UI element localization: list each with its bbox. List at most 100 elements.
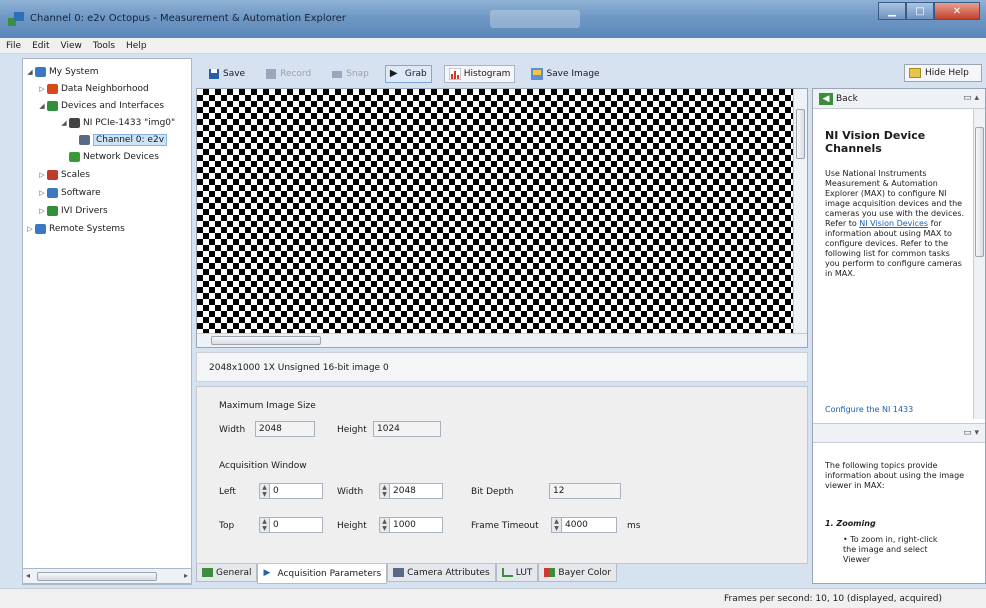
help-body: Use National Instruments Measurement & A… — [825, 169, 965, 278]
expand-arrow-icon[interactable]: ▷ — [37, 207, 47, 215]
save-image-button[interactable]: Save Image — [527, 65, 603, 83]
general-icon — [202, 568, 213, 577]
window-height-input[interactable]: 1000 — [389, 517, 443, 533]
record-button[interactable]: Record — [261, 65, 315, 83]
top-spinner-arrows-icon[interactable]: ▲ ▼ — [259, 517, 269, 533]
grab-button[interactable]: ▶ Grab — [384, 65, 432, 83]
save-image-icon — [531, 68, 544, 80]
viewer-toolbar: Save Record Snap ▶ Grab Histogram Save I… — [196, 62, 808, 86]
timeout-spinner-arrows-icon[interactable]: ▲ ▼ — [551, 517, 561, 533]
help-pane: ◀ Back ▭ ▴ NI Vision Device Channels Use… — [812, 88, 986, 584]
max-height-label: Height — [337, 425, 367, 435]
tab-general[interactable]: General — [196, 564, 258, 582]
expand-arrow-icon[interactable]: ▷ — [37, 171, 47, 179]
top-label: Top — [219, 521, 235, 531]
snap-icon — [332, 71, 343, 78]
height-spinner-arrows-icon[interactable]: ▲ ▼ — [379, 517, 389, 533]
expand-arrow-icon[interactable]: ▷ — [37, 189, 47, 197]
scrollbar-thumb[interactable] — [37, 572, 157, 581]
channel-tabs: General ▶ Acquisition Parameters Camera … — [196, 564, 618, 584]
tree-item-channel-0[interactable]: Channel 0: e2v — [79, 133, 168, 147]
lut-icon — [501, 568, 513, 577]
help-toolbar: ◀ Back ▭ ▴ — [813, 89, 985, 109]
scrollbar-thumb[interactable] — [796, 109, 805, 159]
left-label: Left — [219, 487, 236, 497]
hide-help-button[interactable]: Hide Help — [904, 64, 982, 82]
menu-edit[interactable]: Edit — [32, 41, 49, 51]
tree-item-remote-systems[interactable]: ▷ Remote Systems — [25, 222, 125, 236]
max-width-label: Width — [219, 425, 246, 435]
menu-file[interactable]: File — [6, 41, 21, 51]
viewer-vertical-scrollbar[interactable] — [793, 89, 807, 333]
max-image-size-heading: Maximum Image Size — [219, 401, 316, 411]
tree-item-my-system[interactable]: ◢ My System — [25, 65, 99, 79]
tab-camera-attributes[interactable]: Camera Attributes — [387, 564, 496, 582]
frame-timeout-input[interactable]: 4000 — [561, 517, 617, 533]
tree-item-ivi-drivers[interactable]: ▷ IVI Drivers — [37, 204, 108, 218]
back-button[interactable]: ◀ Back — [819, 93, 858, 105]
expand-arrow-icon[interactable]: ▷ — [37, 85, 47, 93]
minimize-button[interactable]: ▁ — [878, 2, 906, 20]
viewer-horizontal-scrollbar[interactable] — [197, 333, 807, 347]
tree-item-network-devices[interactable]: Network Devices — [69, 150, 159, 164]
histogram-icon — [448, 68, 461, 80]
menu-tools[interactable]: Tools — [93, 41, 115, 51]
scales-icon — [47, 170, 58, 180]
left-input[interactable]: 0 — [269, 483, 323, 499]
channel-icon — [79, 135, 90, 145]
acquisition-window-heading: Acquisition Window — [219, 461, 307, 471]
save-button[interactable]: Save — [204, 65, 249, 83]
status-bar: Frames per second: 10, 10 (displayed, ac… — [0, 588, 986, 608]
scrollbar-thumb[interactable] — [975, 127, 984, 257]
tab-bayer-color[interactable]: Bayer Color — [538, 564, 618, 582]
remote-icon — [35, 224, 46, 234]
checkerboard-image[interactable] — [197, 89, 793, 333]
help-list-item-zooming: 1. Zooming — [825, 519, 876, 528]
scroll-left-arrow-icon[interactable]: ◂ — [26, 571, 30, 580]
record-icon — [266, 69, 277, 79]
left-spinner-arrows-icon[interactable]: ▲ ▼ — [259, 483, 269, 499]
max-app-icon — [8, 12, 24, 26]
image-info-bar: 2048x1000 1X Unsigned 16-bit image 0 — [196, 352, 808, 382]
close-button[interactable]: ✕ — [934, 2, 980, 20]
scrollbar-thumb[interactable] — [211, 336, 321, 345]
image-info-text: 2048x1000 1X Unsigned 16-bit image 0 — [209, 363, 389, 373]
menu-view[interactable]: View — [61, 41, 82, 51]
collapse-arrow-icon[interactable]: ◢ — [59, 119, 69, 127]
snap-button[interactable]: Snap — [327, 65, 373, 83]
tab-lut[interactable]: LUT — [495, 564, 539, 582]
frame-timeout-label: Frame Timeout — [471, 521, 539, 531]
configuration-tree: ◢ My System ▷ Data Neighborhood ◢ Device… — [22, 58, 192, 585]
scroll-right-arrow-icon[interactable]: ▸ — [184, 571, 188, 580]
tree-item-data-neighborhood[interactable]: ▷ Data Neighborhood — [37, 82, 149, 96]
help-scrollbar[interactable] — [973, 109, 985, 419]
image-viewer[interactable] — [196, 88, 808, 348]
tree-item-scales[interactable]: ▷ Scales — [37, 168, 90, 182]
window-title: Channel 0: e2v Octopus - Measurement & A… — [30, 13, 346, 24]
play-icon: ▶ — [263, 568, 271, 578]
computer-icon — [35, 67, 46, 77]
help-pane-pin-icon[interactable]: ▭ ▴ — [963, 93, 979, 103]
ni-vision-devices-link[interactable]: NI Vision Devices — [859, 219, 928, 228]
expand-arrow-icon[interactable]: ▷ — [25, 225, 35, 233]
tree-item-devices-and-interfaces[interactable]: ◢ Devices and Interfaces — [37, 99, 164, 113]
tree-horizontal-scrollbar[interactable]: ◂ ▸ — [22, 568, 192, 584]
tab-acquisition-parameters[interactable]: ▶ Acquisition Parameters — [257, 564, 388, 584]
bit-depth-label: Bit Depth — [471, 487, 514, 497]
tree-item-ni-pcie-1433[interactable]: ◢ NI PCIe-1433 "img0" — [59, 116, 175, 130]
tree-item-software[interactable]: ▷ Software — [37, 186, 101, 200]
histogram-button[interactable]: Histogram — [443, 65, 516, 83]
max-height-field: 1024 — [373, 421, 441, 437]
width-spinner-arrows-icon[interactable]: ▲ ▼ — [379, 483, 389, 499]
help-secondary-pin-icon[interactable]: ▭ ▾ — [963, 428, 979, 438]
maximize-button[interactable]: □ — [906, 2, 934, 20]
top-input[interactable]: 0 — [269, 517, 323, 533]
window-controls: ▁ □ ✕ — [878, 2, 980, 20]
configure-ni-1433-link[interactable]: Configure the NI 1433 — [825, 405, 913, 414]
window-width-label: Width — [337, 487, 364, 497]
help-body-2: The following topics provide information… — [825, 461, 965, 490]
window-width-input[interactable]: 2048 — [389, 483, 443, 499]
collapse-arrow-icon[interactable]: ◢ — [37, 102, 47, 110]
menu-help[interactable]: Help — [126, 41, 147, 51]
collapse-arrow-icon[interactable]: ◢ — [25, 68, 35, 76]
